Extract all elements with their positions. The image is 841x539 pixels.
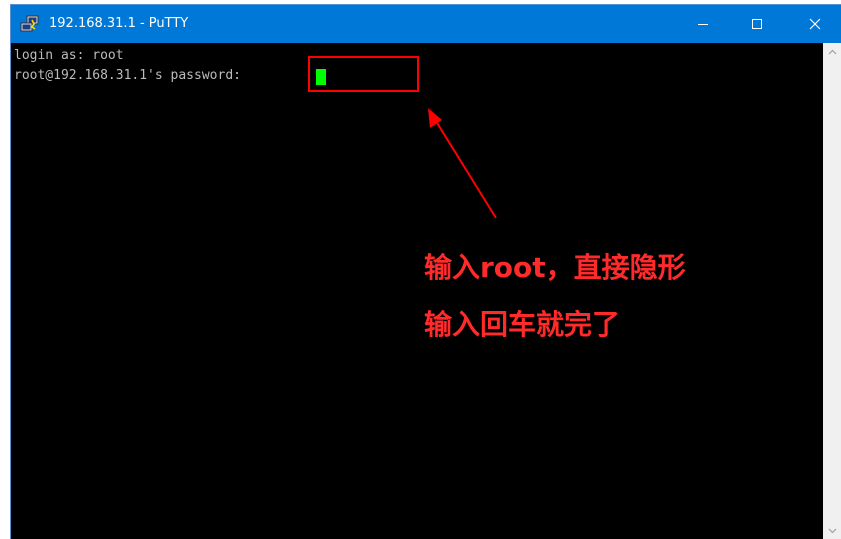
maximize-icon [752, 19, 762, 29]
putty-window: 192.168.31.1 - PuTTY login as: root root… [11, 5, 841, 539]
minimize-button[interactable] [680, 5, 726, 43]
minimize-icon [698, 24, 708, 25]
close-button[interactable] [788, 5, 841, 43]
terminal-area[interactable]: login as: root root@192.168.31.1's passw… [11, 43, 823, 539]
scroll-down-button[interactable] [823, 522, 841, 539]
terminal-cursor [316, 69, 326, 85]
putty-app-icon[interactable] [20, 15, 40, 33]
chevron-up-icon [828, 49, 836, 54]
maximize-button[interactable] [734, 5, 780, 43]
scroll-up-button[interactable] [823, 43, 841, 60]
window-title: 192.168.31.1 - PuTTY [49, 16, 189, 31]
chevron-down-icon [828, 528, 836, 533]
terminal-line-password: root@192.168.31.1's password: [14, 68, 249, 83]
terminal-line-login: login as: root [14, 48, 124, 63]
close-icon [809, 18, 820, 30]
vertical-scrollbar[interactable] [823, 43, 841, 539]
title-bar[interactable]: 192.168.31.1 - PuTTY [11, 5, 841, 43]
